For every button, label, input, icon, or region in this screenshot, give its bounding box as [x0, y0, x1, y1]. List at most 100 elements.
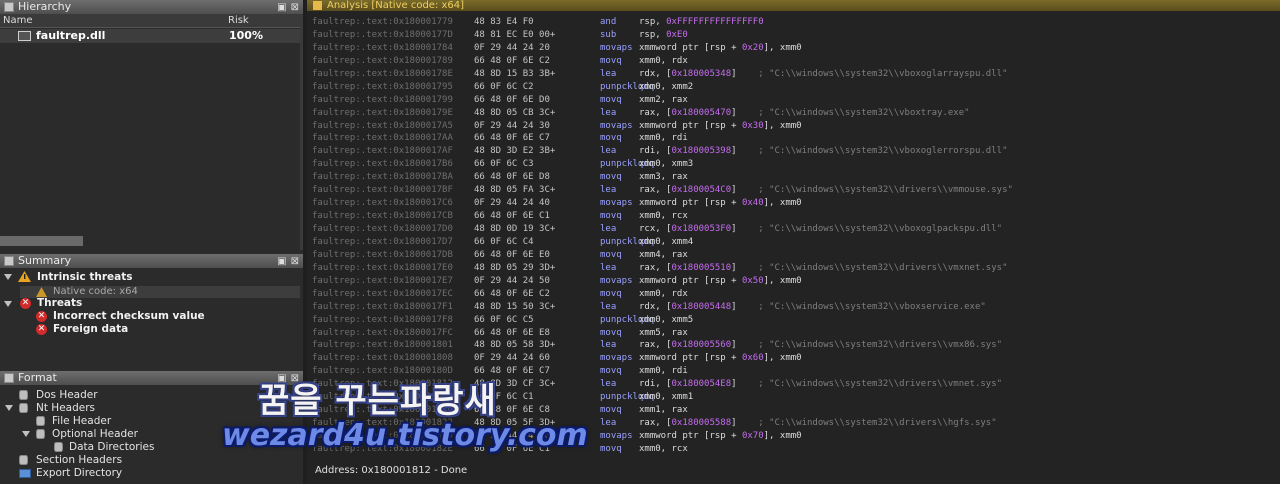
expand-chevron-icon[interactable]: [5, 405, 13, 411]
disasm-mnemonic: lea: [600, 379, 617, 390]
disasm-line[interactable]: faultrep:.text:0x1800017BA 66 48 0F 6E D8…: [307, 171, 1280, 184]
disasm-line[interactable]: faultrep:.text:0x1800017F1 48 8D 15 50 3C…: [307, 301, 1280, 314]
operand-text: xmm0, rdx: [639, 55, 688, 66]
operand-text: xmmword ptr [rsp +: [639, 198, 742, 209]
disasm-mnemonic: movaps: [600, 42, 633, 53]
disasm-operands: xmmword ptr [rsp + 0x30], xmm0: [639, 120, 802, 133]
disasm-operands: rsp, 0xFFFFFFFFFFFFFFF0: [639, 16, 764, 29]
disasm-line[interactable]: faultrep:.text:0x1800017E7 0F 29 44 24 50…: [307, 275, 1280, 288]
disasm-line[interactable]: faultrep:.text:0x18000179E 48 8D 05 CB 3C…: [307, 107, 1280, 120]
analysis-icon: [313, 1, 322, 10]
disasm-mnemonic: lea: [600, 224, 617, 234]
disasm-bytes: 66 48 0F 6E C7: [474, 133, 550, 144]
close-icon[interactable]: ⊠: [291, 256, 299, 267]
threats-node[interactable]: Threats: [37, 297, 82, 310]
disasm-line[interactable]: faultrep:.text:0x1800017D0 48 8D 0D 19 3C…: [307, 223, 1280, 236]
disasm-line[interactable]: faultrep:.text:0x1800017C6 0F 29 44 24 40…: [307, 197, 1280, 210]
disasm-line[interactable]: faultrep:.text:0x18000177D 48 81 EC E0 00…: [307, 29, 1280, 42]
disasm-line[interactable]: faultrep:.text:0x1800017AA 66 48 0F 6E C7…: [307, 132, 1280, 145]
operand-tail: ]: [731, 224, 737, 234]
threat-item[interactable]: Foreign data: [53, 323, 128, 336]
disasm-line[interactable]: faultrep:.text:0x180001779 48 83 E4 F0 and…: [307, 16, 1280, 29]
disasm-mnemonic: lea: [600, 185, 617, 196]
disasm-line[interactable]: faultrep:.text:0x1800017B6 66 0F 6C C3 pun…: [307, 158, 1280, 171]
disasm-line[interactable]: faultrep:.text:0x180001784 0F 29 44 24 20…: [307, 42, 1280, 55]
format-title: Format: [18, 371, 57, 384]
disasm-address: faultrep:.text:0x1800017BF: [312, 185, 453, 196]
disasm-line[interactable]: faultrep:.text:0x1800017AF 48 8D 3D E2 3B…: [307, 145, 1280, 158]
disasm-line[interactable]: faultrep:.text:0x1800017FC 66 48 0F 6E E8…: [307, 327, 1280, 340]
operand-text: rdx, [: [639, 68, 672, 79]
format-item-optional-header[interactable]: Optional Header: [52, 428, 138, 441]
disasm-line[interactable]: faultrep:.text:0x1800017D7 66 0F 6C C4 pun…: [307, 236, 1280, 249]
disasm-address: faultrep:.text:0x180001789: [312, 55, 453, 66]
format-item-section-headers[interactable]: Section Headers: [36, 454, 122, 467]
warning-icon: [18, 271, 31, 282]
disasm-address: faultrep:.text:0x1800017E0: [312, 262, 453, 273]
disasm-bytes: 66 48 0F 6E E8: [474, 327, 550, 338]
format-item-data-directories[interactable]: Data Directories: [69, 441, 154, 454]
disasm-address: faultrep:.text:0x1800017FC: [312, 327, 453, 338]
column-risk[interactable]: Risk: [228, 14, 249, 27]
operand-immediate: 0x180005510: [671, 262, 732, 273]
disasm-bytes: 0F 29 44 24 40: [474, 198, 550, 209]
disasm-comment: ; "C:\\windows\\system32\\drivers\\hgfs.…: [758, 418, 997, 429]
disasm-bytes: 0F 29 44 24 20: [474, 42, 550, 53]
expand-chevron-icon[interactable]: [4, 274, 12, 280]
disasm-line[interactable]: faultrep:.text:0x180001789 66 48 0F 6E C2…: [307, 55, 1280, 68]
column-name[interactable]: Name: [3, 14, 33, 27]
minimize-icon[interactable]: ▣: [277, 256, 286, 267]
disasm-line[interactable]: faultrep:.text:0x180001801 48 8D 05 58 3D…: [307, 339, 1280, 352]
operand-text: rax, [: [639, 185, 672, 196]
hierarchy-scrollbar[interactable]: [0, 236, 83, 246]
disasm-bytes: 0F 29 44 24 60: [474, 353, 550, 364]
disasm-address: faultrep:.text:0x1800017EC: [312, 288, 453, 299]
disasm-mnemonic: lea: [600, 107, 617, 118]
format-item-export-directory[interactable]: Export Directory: [36, 467, 122, 480]
disasm-bytes: 0F 29 44 24 50: [474, 275, 550, 286]
threat-item[interactable]: Incorrect checksum value: [53, 310, 205, 323]
disasm-operands: rcx, [0x1800053F0] ; "C:\\windows\\syste…: [639, 223, 1002, 236]
intrinsic-threats[interactable]: Intrinsic threats: [37, 271, 133, 284]
minimize-icon[interactable]: ▣: [277, 2, 286, 13]
expand-chevron-icon[interactable]: [22, 431, 30, 437]
disasm-comment: ; "C:\\windows\\system32\\vboxoglerrorsp…: [758, 146, 1008, 157]
operand-text: rdx, [: [639, 301, 672, 312]
disasm-line[interactable]: faultrep:.text:0x18000178E 48 8D 15 B3 3B…: [307, 68, 1280, 81]
disasm-line[interactable]: faultrep:.text:0x1800017BF 48 8D 05 FA 3C…: [307, 184, 1280, 197]
summary-icon: [4, 256, 14, 266]
hierarchy-title: Hierarchy: [18, 0, 72, 13]
summary-panel: Summary ▣ ⊠ Intrinsic threats Native code…: [0, 254, 303, 366]
operand-text: rdi, [: [639, 379, 672, 390]
operand-text: rdi, [: [639, 146, 672, 157]
disasm-operands: xmm0, rcx: [639, 443, 688, 456]
close-icon[interactable]: ⊠: [291, 2, 299, 13]
operand-text: xmm0, xmm5: [639, 314, 694, 325]
operand-tail: ]: [731, 262, 737, 273]
disasm-line[interactable]: faultrep:.text:0x180001795 66 0F 6C C2 pun…: [307, 81, 1280, 94]
format-item-file-header[interactable]: File Header: [52, 415, 111, 428]
expand-chevron-icon[interactable]: [4, 301, 12, 307]
disasm-line[interactable]: faultrep:.text:0x1800017DB 66 48 0F 6E E0…: [307, 249, 1280, 262]
format-item-nt-headers[interactable]: Nt Headers: [36, 402, 95, 415]
operand-tail: ]: [731, 379, 737, 390]
disasm-operands: xmmword ptr [rsp + 0x60], xmm0: [639, 352, 802, 365]
analysis-title[interactable]: Analysis [Native code: x64]: [327, 0, 464, 11]
disasm-operands: xmm2, rax: [639, 94, 688, 107]
disasm-operands: rax, [0x1800054C0] ; "C:\\windows\\syste…: [639, 184, 1013, 197]
disasm-line[interactable]: faultrep:.text:0x180001799 66 48 0F 6E D0…: [307, 94, 1280, 107]
operand-immediate: 0x180005448: [671, 301, 732, 312]
disasm-line[interactable]: faultrep:.text:0x180001808 0F 29 44 24 60…: [307, 352, 1280, 365]
disasm-line[interactable]: faultrep:.text:0x1800017A5 0F 29 44 24 30…: [307, 120, 1280, 133]
analysis-title-bar: Analysis [Native code: x64]: [307, 0, 1280, 11]
disasm-line[interactable]: faultrep:.text:0x1800017CB 66 48 0F 6E C1…: [307, 210, 1280, 223]
format-item-dos-header[interactable]: Dos Header: [36, 389, 98, 402]
disasm-bytes: 66 0F 6C C3: [474, 159, 534, 170]
disasm-line[interactable]: faultrep:.text:0x1800017E0 48 8D 05 29 3D…: [307, 262, 1280, 275]
operand-immediate: 0x40: [741, 198, 764, 209]
disasm-line[interactable]: faultrep:.text:0x1800017F8 66 0F 6C C5 pun…: [307, 314, 1280, 327]
disasm-mnemonic: sub: [600, 29, 617, 40]
disasm-line[interactable]: faultrep:.text:0x1800017EC 66 48 0F 6E C2…: [307, 288, 1280, 301]
hierarchy-row-faultrep[interactable]: faultrep.dll 100%: [0, 29, 300, 43]
disasm-address: faultrep:.text:0x1800017CB: [312, 211, 453, 222]
